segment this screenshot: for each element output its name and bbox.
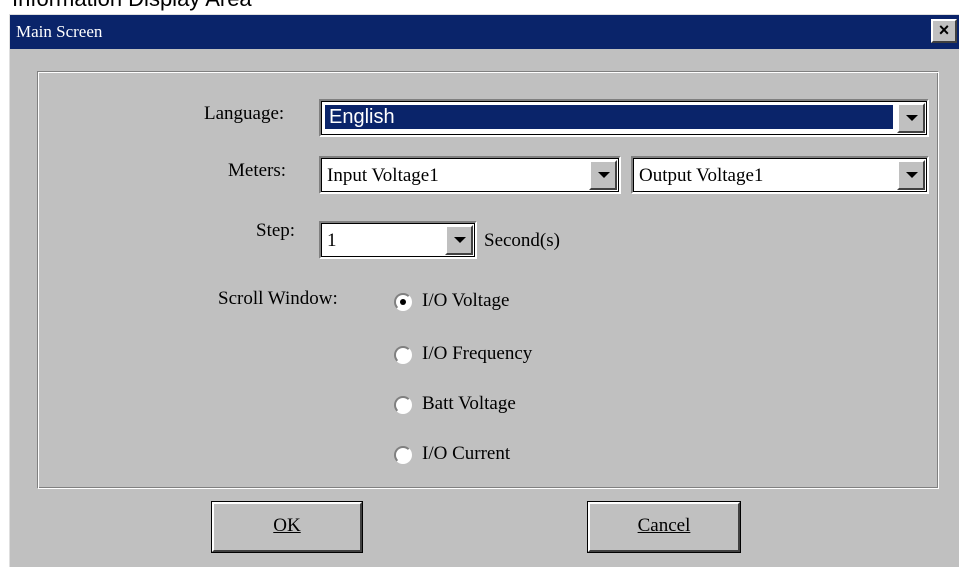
chevron-down-icon[interactable]	[897, 160, 925, 190]
ok-button[interactable]: OK	[211, 501, 363, 553]
page-caption: Information Display Area	[12, 0, 252, 12]
option-io-current[interactable]: I/O Current	[422, 443, 510, 465]
cancel-button-label: Cancel	[637, 515, 691, 536]
cancel-button[interactable]: Cancel	[587, 501, 741, 553]
close-button[interactable]: ×	[931, 19, 957, 43]
step-unit: Second(s)	[484, 230, 560, 251]
output-meter-select[interactable]: Output Voltage1	[631, 156, 929, 194]
chevron-down-icon[interactable]	[445, 225, 473, 255]
language-value: English	[325, 105, 893, 129]
option-io-frequency[interactable]: I/O Frequency	[422, 343, 532, 365]
input-meter-value: Input Voltage1	[327, 165, 439, 186]
step-value: 1	[327, 230, 337, 251]
input-meter-select[interactable]: Input Voltage1	[319, 156, 621, 194]
radio-io-frequency[interactable]	[394, 346, 412, 364]
radio-io-voltage[interactable]	[394, 293, 412, 311]
option-io-voltage[interactable]: I/O Voltage	[422, 290, 509, 312]
title-bar: Main Screen ×	[10, 15, 959, 49]
option-batt-voltage[interactable]: Batt Voltage	[422, 393, 516, 415]
output-meter-value: Output Voltage1	[639, 165, 764, 186]
scroll-window-label: Scroll Window:	[218, 288, 338, 309]
step-select[interactable]: 1	[319, 221, 477, 259]
language-label: Language:	[204, 103, 285, 124]
window-title: Main Screen	[16, 22, 103, 41]
language-select[interactable]: English	[319, 99, 929, 137]
chevron-down-icon[interactable]	[897, 103, 925, 133]
meters-label: Meters:	[228, 160, 287, 181]
ok-button-label: OK	[273, 515, 301, 536]
radio-io-current[interactable]	[394, 446, 412, 464]
chevron-down-icon[interactable]	[589, 160, 617, 190]
radio-batt-voltage[interactable]	[394, 396, 412, 414]
main-screen-dialog: Main Screen × Language: English Meters: …	[9, 14, 959, 567]
step-label: Step:	[256, 220, 296, 241]
close-icon: ×	[938, 20, 950, 40]
